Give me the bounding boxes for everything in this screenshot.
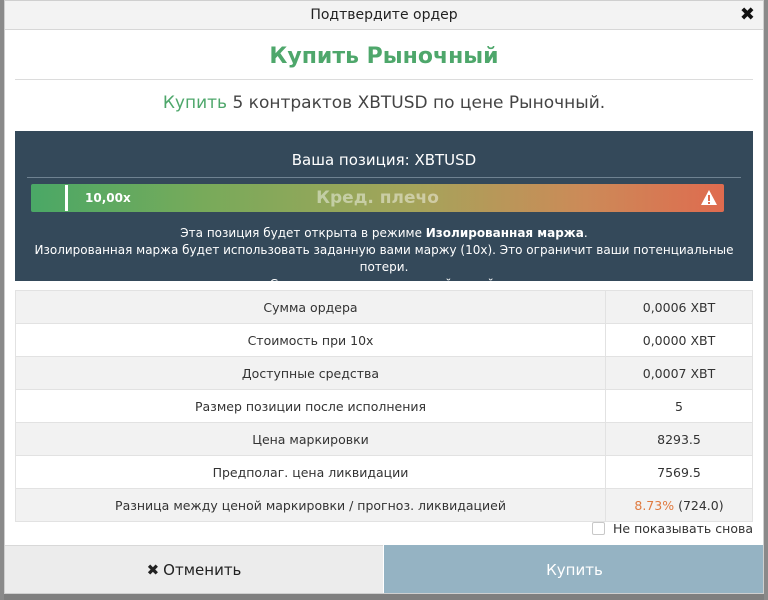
close-icon: ✖ (146, 561, 160, 579)
detail-label: Предполаг. цена ликвидации (15, 455, 606, 489)
detail-value: 5 (605, 389, 753, 423)
detail-value: 8.73% (724.0) (605, 488, 753, 522)
info-line-1-suffix: . (583, 226, 588, 240)
table-row: Размер позиции после исполнения 5 (15, 389, 753, 423)
detail-value: 0,0000 XBT (605, 323, 753, 357)
dont-show-again-option[interactable]: Не показывать снова (592, 521, 753, 536)
liquidation-distance-pct: 8.73% (634, 497, 675, 513)
detail-label: Размер позиции после исполнения (15, 389, 606, 423)
info-line-2: Изолированная маржа будет использовать з… (34, 243, 734, 274)
buy-button[interactable]: Купить (384, 545, 763, 593)
summary-action: Купить (162, 93, 228, 113)
cancel-button[interactable]: ✖ Отменить (5, 545, 383, 593)
dialog-titlebar: Подтвердите ордер ✖ (5, 1, 763, 30)
detail-label: Стоимость при 10x (15, 323, 606, 357)
table-row: Разница между ценой маркировки / прогноз… (15, 488, 753, 522)
position-divider (27, 177, 741, 178)
detail-label: Доступные средства (15, 356, 606, 390)
info-line-1: Эта позиция будет открыта в режиме Изоли… (15, 225, 753, 242)
leverage-label: Кред. плечо (316, 188, 439, 208)
table-row: Цена маркировки 8293.5 (15, 422, 753, 456)
detail-label: Сумма ордера (15, 290, 606, 324)
dont-show-again-checkbox[interactable] (592, 522, 606, 535)
detail-value: 0,0006 XBT (605, 290, 753, 324)
dont-show-again-label: Не показывать снова (613, 521, 753, 536)
margin-mode: Изолированная маржа (425, 226, 584, 240)
table-row: Сумма ордера 0,0006 XBT (15, 290, 753, 324)
backdrop-right (764, 0, 768, 600)
detail-label: Цена маркировки (15, 422, 606, 456)
table-row: Стоимость при 10x 0,0000 XBT (15, 323, 753, 357)
leverage-bar[interactable]: 10,00x Кред. плечо (31, 184, 724, 212)
detail-label: Разница между ценой маркировки / прогноз… (15, 488, 606, 522)
position-info: Эта позиция будет открыта в режиме Изоли… (15, 225, 753, 293)
dialog-footer: ✖ Отменить Купить (5, 545, 763, 593)
order-summary: Купить 5 контрактов XBTUSD по цене Рыноч… (5, 93, 763, 113)
detail-value: 8293.5 (605, 422, 753, 456)
warning-icon (701, 190, 717, 205)
position-panel: Ваша позиция: XBTUSD 10,00x Кред. плечо … (15, 131, 753, 291)
summary-text: 5 контрактов XBTUSD по цене Рыночный. (227, 93, 606, 113)
close-icon[interactable]: ✖ (740, 1, 755, 29)
detail-value: 0,0007 XBT (605, 356, 753, 390)
order-heading: Купить Рыночный (269, 44, 499, 69)
cancel-label: Отменить (163, 561, 242, 579)
order-confirm-dialog: Подтвердите ордер ✖ Купить Рыночный Купи… (4, 0, 764, 594)
order-details-table: Сумма ордера 0,0006 XBT Стоимость при 10… (15, 290, 753, 522)
heading-divider (15, 79, 753, 80)
position-title: Ваша позиция: XBTUSD (291, 151, 477, 169)
dialog-title: Подтвердите ордер (310, 7, 458, 23)
liquidation-distance-abs: (724.0) (674, 497, 724, 513)
info-line-1-prefix: Эта позиция будет открыта в режиме (180, 226, 426, 240)
table-row: Предполаг. цена ликвидации 7569.5 (15, 455, 753, 489)
detail-value: 7569.5 (605, 455, 753, 489)
table-row: Доступные средства 0,0007 XBT (15, 356, 753, 390)
